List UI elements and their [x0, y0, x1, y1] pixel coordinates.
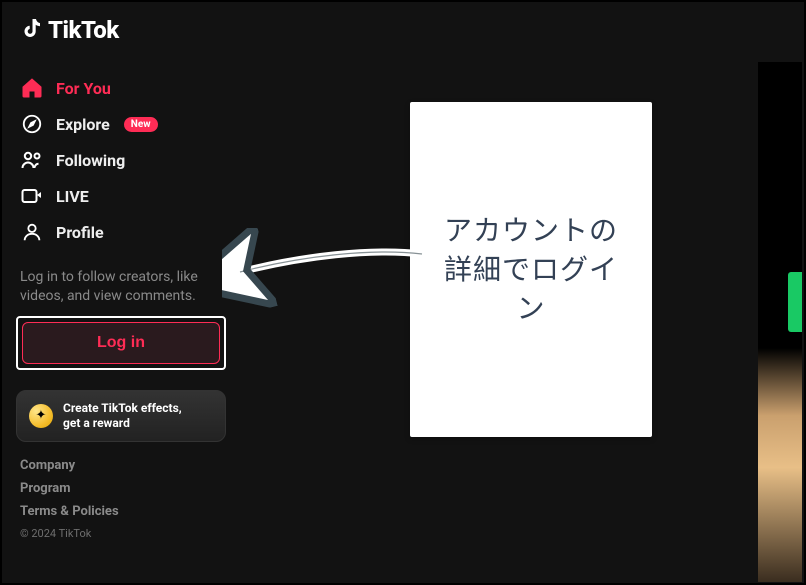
logo[interactable]: TikTok — [20, 16, 119, 44]
nav-label: Explore — [56, 115, 110, 134]
logo-text: TikTok — [48, 16, 119, 44]
annotation-text: アカウントの詳細でログイン — [430, 211, 632, 329]
sidebar-item-for-you[interactable]: For You — [16, 70, 226, 106]
footer-link-company[interactable]: Company — [20, 458, 222, 473]
sidebar: For You Explore New Following LIVE — [16, 70, 226, 540]
effects-text: Create TikTok effects, get a reward — [63, 401, 182, 431]
nav-label: LIVE — [56, 187, 89, 206]
home-icon — [20, 76, 44, 100]
copyright-text: © 2024 TikTok — [20, 527, 222, 540]
sidebar-item-following[interactable]: Following — [16, 142, 226, 178]
new-badge: New — [124, 117, 158, 132]
nav-label: For You — [56, 79, 111, 98]
login-hint-text: Log in to follow creators, like videos, … — [20, 268, 222, 306]
nav-label: Profile — [56, 223, 104, 242]
footer: Company Program Terms & Policies © 2024 … — [16, 458, 226, 540]
app-frame: TikTok For You Explore New Following — [0, 0, 806, 585]
live-icon — [20, 184, 44, 208]
footer-link-program[interactable]: Program — [20, 481, 222, 496]
following-icon — [20, 148, 44, 172]
annotation-callout: アカウントの詳細でログイン — [410, 102, 652, 437]
create-effects-card[interactable]: ✦ Create TikTok effects, get a reward — [16, 390, 226, 442]
footer-link-terms[interactable]: Terms & Policies — [20, 504, 222, 519]
sidebar-item-profile[interactable]: Profile — [16, 214, 226, 250]
compass-icon — [20, 112, 44, 136]
login-button-highlight: Log in — [16, 316, 226, 370]
sidebar-item-explore[interactable]: Explore New — [16, 106, 226, 142]
annotation-arrow — [222, 228, 432, 318]
profile-icon — [20, 220, 44, 244]
nav-label: Following — [56, 151, 125, 170]
sidebar-item-live[interactable]: LIVE — [16, 178, 226, 214]
coin-icon: ✦ — [29, 404, 53, 428]
tiktok-note-icon — [20, 16, 44, 44]
feed-side-tab[interactable] — [788, 272, 802, 332]
login-button[interactable]: Log in — [22, 322, 220, 364]
